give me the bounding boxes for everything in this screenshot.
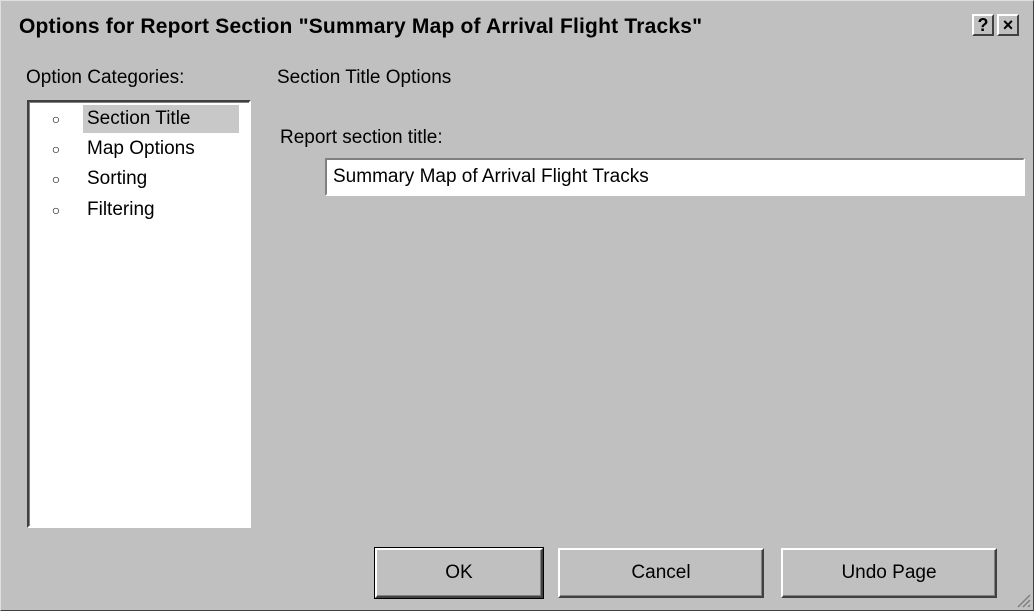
report-section-title-label: Report section title: — [280, 127, 443, 148]
cancel-button[interactable]: Cancel — [558, 548, 764, 598]
option-categories-label: Option Categories: — [26, 67, 185, 88]
resize-grip-icon[interactable] — [1015, 592, 1031, 608]
category-item-sorting[interactable]: ○ Sorting — [35, 165, 245, 193]
ok-button[interactable]: OK — [374, 547, 544, 599]
report-section-title-input[interactable] — [325, 158, 1025, 196]
bullet-icon: ○ — [51, 111, 61, 127]
title-bar[interactable]: Options for Report Section "Summary Map … — [5, 5, 1031, 53]
category-item-label: Filtering — [87, 199, 155, 220]
category-item-label: Map Options — [87, 138, 195, 159]
options-dialog: Options for Report Section "Summary Map … — [0, 0, 1034, 611]
close-button[interactable]: × — [997, 14, 1019, 36]
bullet-icon: ○ — [51, 171, 61, 187]
option-categories-list[interactable]: ○ Section Title ○ Map Options ○ Sorting … — [27, 100, 251, 528]
category-item-map-options[interactable]: ○ Map Options — [35, 135, 245, 163]
category-item-label: Sorting — [87, 168, 148, 189]
dialog-title: Options for Report Section "Summary Map … — [19, 15, 703, 38]
help-button[interactable]: ? — [972, 14, 994, 36]
bullet-icon: ○ — [51, 141, 61, 157]
section-header: Section Title Options — [277, 67, 452, 88]
category-item-section-title[interactable]: ○ Section Title — [35, 105, 245, 133]
undo-page-button[interactable]: Undo Page — [781, 548, 997, 598]
category-item-filtering[interactable]: ○ Filtering — [35, 196, 245, 224]
category-item-label: Section Title — [83, 105, 239, 133]
bullet-icon: ○ — [51, 202, 61, 218]
